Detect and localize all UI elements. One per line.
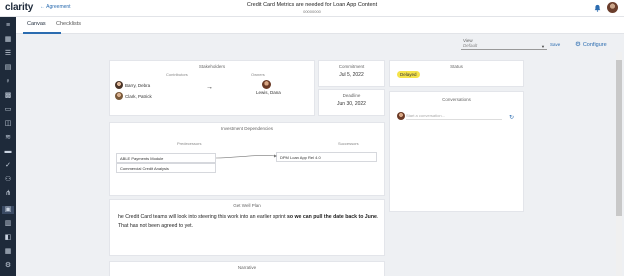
deadline-title: Deadline [342, 93, 361, 98]
left-sidebar: ≡ ▦ ☰ ▤ ♀ ▩ ▭ ◫ ≋ ▬ ✓ ⚇ ⋔ ▣ ▥ ◧ ▦ ⚙ [0, 17, 16, 276]
get-well-plan-title: Get Well Plan [233, 203, 261, 208]
stakeholders-title: Stakeholders [198, 64, 226, 69]
book-icon[interactable]: ◧ [4, 234, 12, 242]
menu-icon[interactable]: ≡ [4, 22, 12, 30]
people-icon[interactable]: ⚇ [4, 176, 12, 184]
owner-name[interactable]: Lewis, Dana [256, 90, 281, 95]
save-view-button[interactable]: Save [550, 42, 560, 47]
deadline-panel: Deadline Jun 30, 2022 [318, 89, 385, 116]
stack-icon[interactable]: ≋ [4, 134, 12, 142]
configure-button[interactable]: ⚙ Configure [575, 40, 607, 48]
dependencies-title: Investment Dependencies [220, 126, 274, 131]
commitment-date: Jul 5, 2022 [339, 72, 364, 78]
grid-icon[interactable]: ▩ [4, 92, 12, 100]
top-bar: clarity ← Agreement Credit Card Metrics … [0, 0, 624, 17]
status-badge: Delayed [397, 71, 420, 78]
contributor-avatar [115, 92, 123, 100]
conversation-input[interactable]: Start a conversation... [406, 113, 502, 120]
reports-icon[interactable]: ▥ [4, 220, 12, 228]
card-icon[interactable]: ▬ [4, 148, 12, 156]
contributor-avatar [115, 81, 123, 89]
predecessor-item[interactable]: ABLE Payments Module [116, 153, 216, 163]
dependency-connector [216, 154, 277, 159]
successors-label: Successors [338, 141, 359, 146]
ideas-icon[interactable]: ♀ [4, 78, 12, 86]
narrative-panel: Narrative [109, 261, 385, 276]
narrative-title: Narrative [237, 265, 257, 270]
active-tab-indicator [23, 32, 61, 34]
configure-label: Configure [582, 42, 607, 48]
conversations-panel: Conversations [389, 91, 524, 212]
contributors-label: Contributors [166, 72, 188, 77]
monitor-icon[interactable]: ▭ [4, 106, 12, 114]
portfolio-icon[interactable]: ◫ [4, 120, 12, 128]
predecessor-item[interactable]: Commercial Credit Analysis [116, 163, 216, 173]
deadline-date: Jun 30, 2022 [337, 101, 366, 107]
tabs-bar: Canvas Checklists [16, 17, 624, 34]
view-select[interactable]: Default [461, 43, 547, 50]
home-icon[interactable]: ▦ [4, 36, 12, 44]
scrollbar-thumb[interactable] [616, 60, 622, 216]
check-icon[interactable]: ✓ [4, 162, 12, 170]
status-title: Status [450, 64, 463, 69]
settings-icon[interactable]: ⚙ [4, 262, 12, 270]
list-icon[interactable]: ☰ [4, 50, 12, 58]
get-well-plan-text[interactable]: he Credit Card teams will look into stee… [118, 213, 380, 230]
commitment-title: Commitment [338, 64, 365, 69]
chevron-down-icon[interactable]: ▼ [541, 44, 545, 49]
predecessors-label: Predecessors [177, 141, 202, 146]
user-avatar-small [397, 112, 405, 120]
page-title: Credit Card Metrics are needed for Loan … [246, 2, 378, 8]
owner-avatar [262, 80, 271, 89]
tab-canvas[interactable]: Canvas [27, 21, 46, 27]
contributor-item[interactable]: Clark, Patrick [115, 92, 152, 100]
user-avatar[interactable] [607, 2, 618, 13]
notification-bell-icon[interactable] [594, 4, 601, 12]
contributor-item[interactable]: Barry, Debra [115, 81, 150, 89]
org-chart-icon[interactable]: ⋔ [4, 190, 12, 198]
owners-label: Owners [251, 72, 265, 77]
document-icon[interactable]: ▤ [4, 64, 12, 72]
arrow-right-icon: → [206, 84, 213, 91]
page-subtitle: 00000000 [303, 9, 321, 14]
gear-icon: ⚙ [575, 41, 581, 48]
timesheet-icon[interactable]: ▦ [4, 248, 12, 256]
refresh-icon[interactable]: ↻ [509, 114, 514, 121]
agreements-icon[interactable]: ▣ [2, 206, 14, 214]
tab-checklists[interactable]: Checklists [56, 21, 81, 27]
successor-item[interactable]: DPM Loan App Rel 4.0 [276, 152, 377, 162]
commitment-panel: Commitment Jul 5, 2022 [318, 60, 385, 87]
conversations-title: Conversations [442, 97, 471, 102]
